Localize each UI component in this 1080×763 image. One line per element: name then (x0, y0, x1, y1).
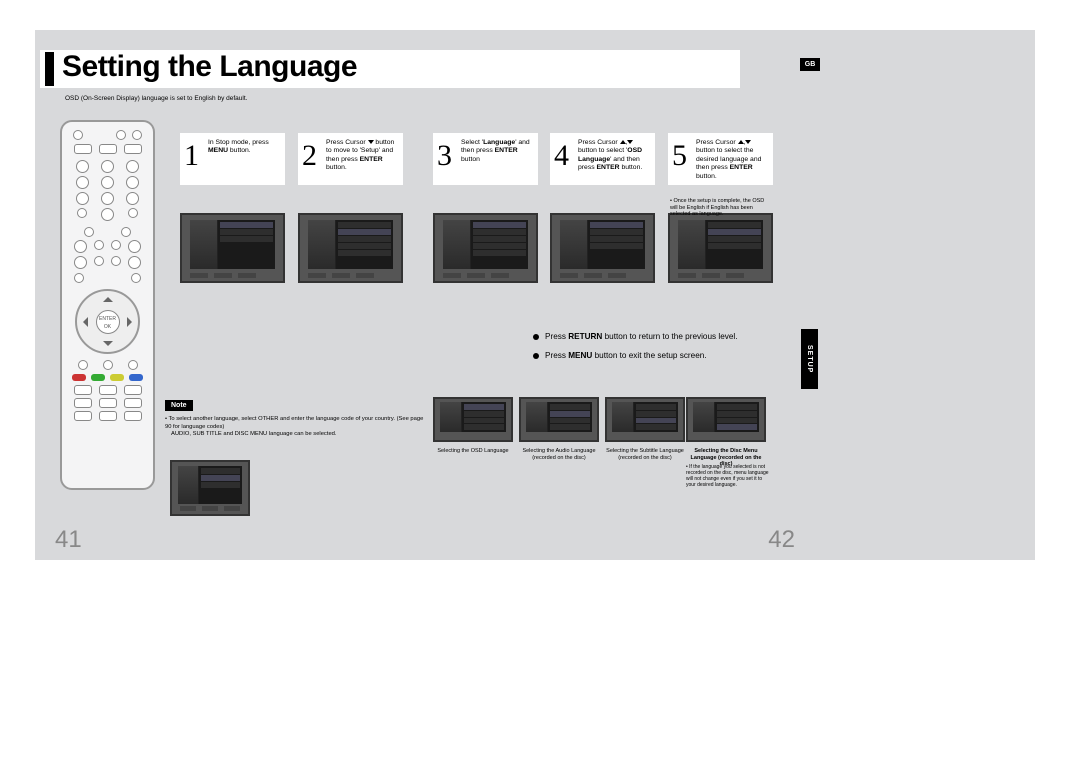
screenshot-thumb (180, 213, 285, 283)
page-number-left: 41 (55, 526, 82, 554)
step-text: Press Cursor button to move to 'Setup' a… (326, 139, 399, 173)
note-text: • To select another language, select OTH… (165, 416, 425, 439)
screenshot-thumb (298, 213, 403, 283)
bottom-label: Selecting the Audio Language (recorded o… (519, 448, 599, 461)
screenshot-thumb (550, 213, 655, 283)
bottom-step: Selecting the Audio Language (recorded o… (519, 397, 599, 461)
manual-page-spread: Setting the Language OSD (On-Screen Disp… (0, 0, 1080, 763)
screenshot-thumb (668, 213, 773, 283)
remote-enter-button: ENTER OK (96, 310, 120, 334)
step-2: 2 Press Cursor button to move to 'Setup' … (298, 133, 403, 283)
bottom-label: Selecting the OSD Language (433, 448, 513, 455)
note-badge: Note (165, 400, 193, 411)
info-block: Press RETURN button to return to the pre… (533, 332, 813, 370)
bullet-icon (533, 334, 539, 340)
step-text: In Stop mode, press MENU button. (208, 139, 281, 156)
remote-dpad: ENTER OK (75, 289, 140, 354)
step-number: 4 (554, 139, 569, 173)
bottom-step: Selecting the Disc Menu Language (record… (686, 397, 766, 468)
step5-note: • Once the setup is complete, the OSD wi… (670, 198, 770, 218)
info-line: Press MENU button to exit the setup scre… (545, 351, 707, 360)
step-4: 4 Press Cursor , button to select 'OSD La… (550, 133, 655, 283)
step-number: 3 (437, 139, 452, 173)
step-number: 1 (184, 139, 199, 173)
cursor-up-icon (620, 140, 626, 144)
cursor-down-icon (745, 140, 751, 144)
cursor-right-icon (127, 317, 137, 327)
step-number: 2 (302, 139, 317, 173)
cursor-down-icon (627, 140, 633, 144)
step-text: Press Cursor , button to select the desi… (696, 139, 769, 181)
bottom-step: Selecting the Subtitle Language (recorde… (605, 397, 685, 461)
step-1: 1 In Stop mode, press MENU button. (180, 133, 285, 283)
bottom-note: • If the language you selected is not re… (686, 464, 771, 488)
screenshot-thumb (433, 397, 513, 442)
screenshot-thumb (519, 397, 599, 442)
info-line: Press RETURN button to return to the pre… (545, 332, 738, 341)
step-text: Press Cursor , button to select 'OSD Lan… (578, 139, 651, 173)
cursor-up-icon (103, 292, 113, 302)
bottom-step: Selecting the OSD Language (433, 397, 513, 455)
step-3: 3 Select 'Language' and then press ENTER … (433, 133, 538, 283)
remote-control-illustration: ENTER OK (60, 120, 155, 490)
step-number: 5 (672, 139, 687, 173)
cursor-left-icon (78, 317, 88, 327)
cursor-up-icon (738, 140, 744, 144)
page-subtitle: OSD (On-Screen Display) language is set … (65, 95, 247, 102)
screenshot-thumb (170, 460, 250, 516)
screenshot-thumb (686, 397, 766, 442)
setup-tab: SETUP (801, 329, 818, 389)
cursor-down-icon (103, 341, 113, 351)
page-number-right: 42 (768, 526, 795, 554)
note-bullet: • To select another language, select OTH… (165, 416, 425, 431)
step-text: Select 'Language' and then press ENTER b… (461, 139, 534, 164)
page-background: Setting the Language OSD (On-Screen Disp… (35, 30, 1035, 560)
bullet-icon (533, 353, 539, 359)
page-title: Setting the Language (62, 50, 357, 84)
note-bullet: AUDIO, SUB TITLE and DISC MENU language … (171, 431, 425, 439)
bottom-label: Selecting the Subtitle Language (recorde… (605, 448, 685, 461)
screenshot-thumb (605, 397, 685, 442)
cursor-down-icon (368, 140, 374, 144)
screenshot-thumb (433, 213, 538, 283)
title-bar: Setting the Language (40, 50, 740, 88)
region-badge: GB (800, 58, 820, 71)
